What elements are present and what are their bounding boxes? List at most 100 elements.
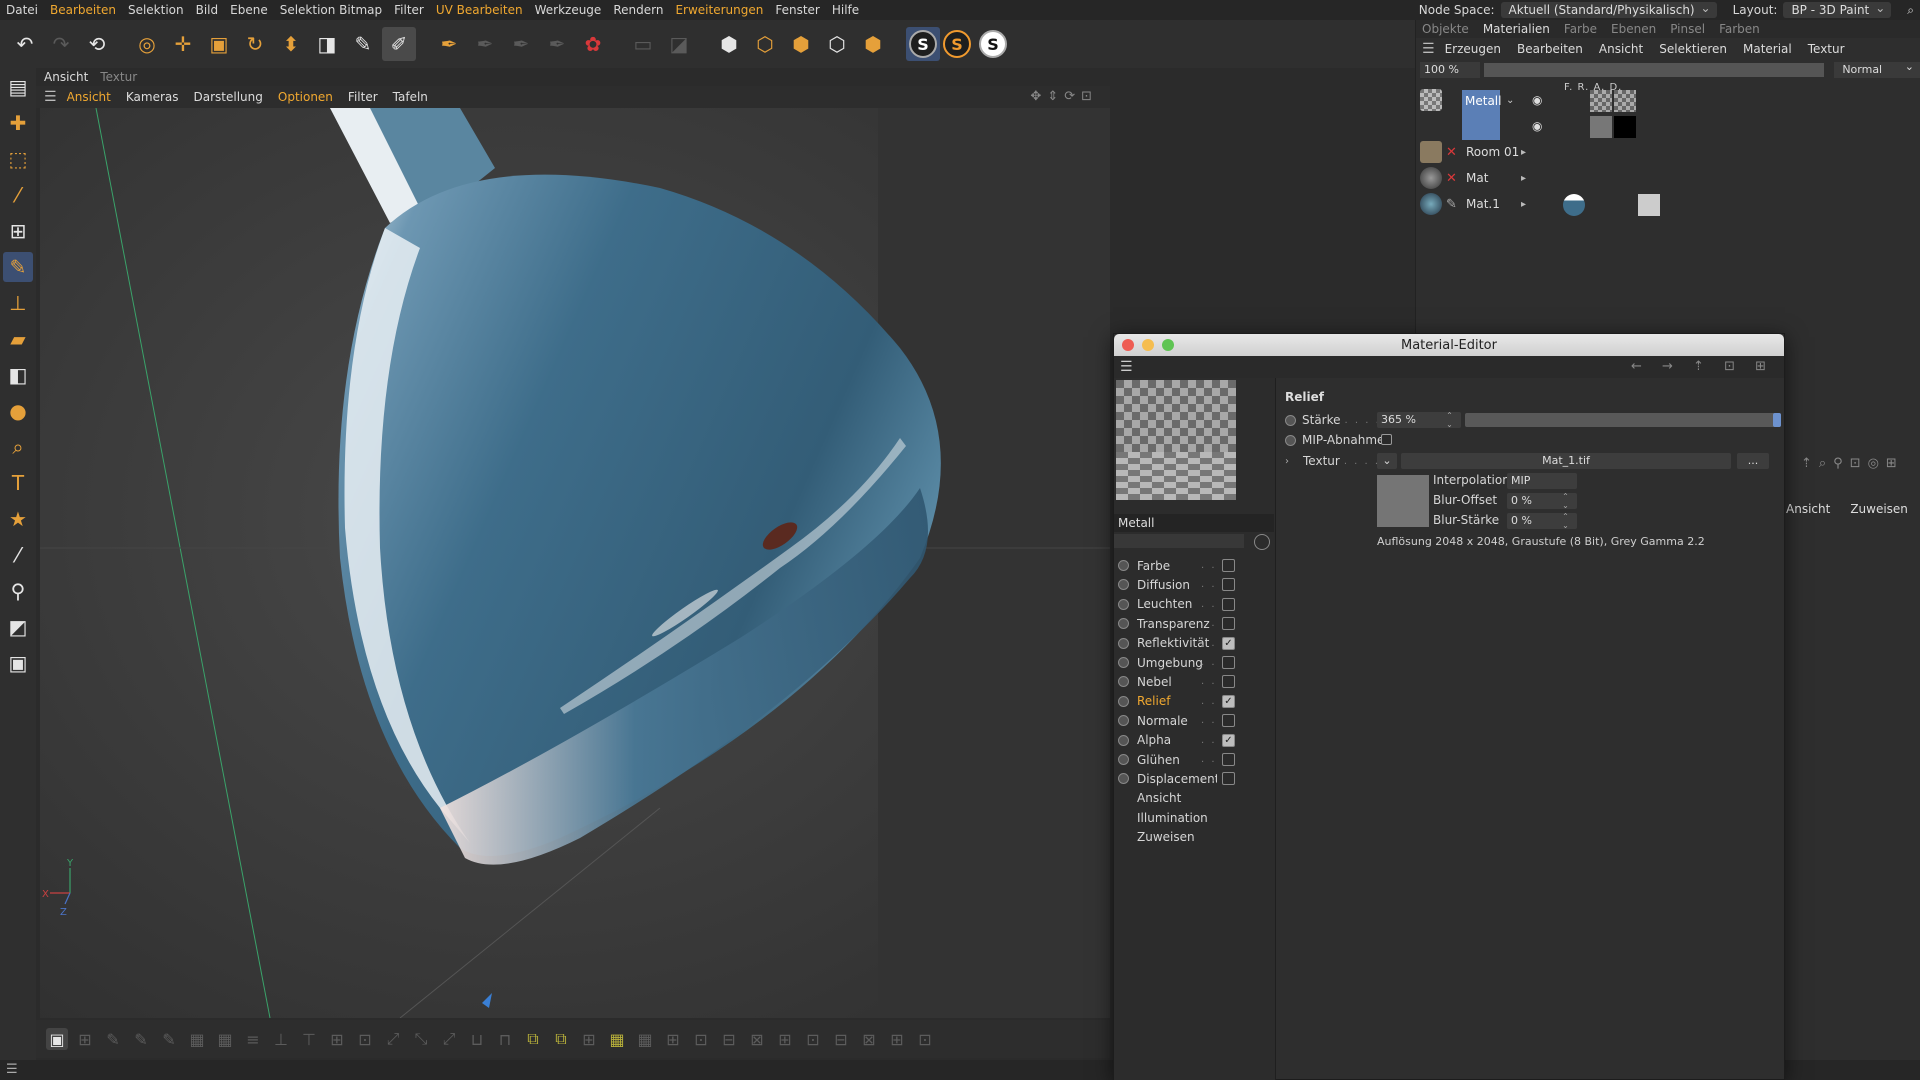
layer-row[interactable]: Metall ⌄ ◉ bbox=[1416, 88, 1920, 140]
channel-row[interactable]: Diffusion. . . . bbox=[1118, 575, 1272, 594]
menu-datei[interactable]: Datei bbox=[0, 3, 44, 17]
animate-radio[interactable] bbox=[1118, 637, 1129, 649]
channel-checkbox[interactable] bbox=[1222, 753, 1235, 766]
gradient-tool-icon[interactable]: ◧ bbox=[3, 360, 33, 390]
blend-mode-dropdown[interactable]: Normal bbox=[1834, 59, 1920, 78]
expand2-icon[interactable]: ⤡ bbox=[410, 1028, 432, 1050]
rotate-icon[interactable]: ↻ bbox=[238, 27, 272, 61]
channel-checkbox[interactable] bbox=[1222, 597, 1235, 611]
channel-row[interactable]: Umgebung. . . . bbox=[1118, 653, 1272, 672]
animate-radio[interactable] bbox=[1118, 715, 1129, 727]
chevron-right-icon[interactable]: ▸ bbox=[1521, 147, 1526, 158]
grid11-icon[interactable]: ⊞ bbox=[774, 1028, 796, 1050]
manager-menu-textur[interactable]: Textur bbox=[1808, 42, 1845, 56]
animate-radio[interactable] bbox=[1118, 657, 1129, 668]
snap-white-icon[interactable]: S bbox=[976, 27, 1010, 61]
cube2-icon[interactable]: ⬢ bbox=[784, 27, 818, 61]
brush-tool-icon[interactable]: ✎ bbox=[3, 252, 33, 282]
tab-ebenen[interactable]: Ebenen bbox=[1611, 22, 1656, 36]
manager-menu-erzeugen[interactable]: Erzeugen bbox=[1445, 42, 1501, 56]
rect-select-icon[interactable]: ⬚ bbox=[3, 144, 33, 174]
viewport-menu-tafeln[interactable]: Tafeln bbox=[393, 90, 428, 104]
mip-checkbox[interactable] bbox=[1381, 434, 1392, 445]
manager-menu-ansicht[interactable]: Ansicht bbox=[1599, 42, 1643, 56]
grid14-icon[interactable]: ⊠ bbox=[858, 1028, 880, 1050]
editor-hamburger-icon[interactable]: ☰ bbox=[1120, 359, 1133, 375]
channel-checkbox[interactable] bbox=[1222, 714, 1235, 728]
grid9-icon[interactable]: ⊟ bbox=[718, 1028, 740, 1050]
channel-row[interactable]: Leuchten. . . . bbox=[1118, 595, 1272, 614]
menu-fenster[interactable]: Fenster bbox=[769, 3, 826, 17]
close-icon[interactable] bbox=[1122, 339, 1134, 351]
minimize-icon[interactable] bbox=[1142, 339, 1154, 351]
tab-ansicht[interactable]: Ansicht bbox=[44, 70, 88, 84]
tab-farbe[interactable]: Farbe bbox=[1564, 22, 1597, 36]
channel-checkbox[interactable]: ✓ bbox=[1222, 636, 1235, 650]
material-preview[interactable] bbox=[1116, 380, 1236, 500]
animate-radio[interactable] bbox=[1118, 695, 1129, 707]
grid5-icon[interactable]: ▦ bbox=[606, 1028, 628, 1050]
grid-icon[interactable]: ⊞ bbox=[74, 1028, 96, 1050]
zoom-tool-icon[interactable]: ⌕ bbox=[3, 432, 33, 462]
align2-icon[interactable]: ⊥ bbox=[270, 1028, 292, 1050]
grid12-icon[interactable]: ⊡ bbox=[802, 1028, 824, 1050]
viewport-nav-icons[interactable]: ✥⇕⟳⊡ bbox=[1030, 89, 1098, 104]
textur-file-field[interactable]: Mat_1.tif bbox=[1401, 453, 1731, 469]
material-target-icon[interactable] bbox=[1254, 534, 1270, 550]
textur-browse-button[interactable]: ... bbox=[1737, 453, 1769, 469]
channel-row[interactable]: Alpha. . . . ✓ bbox=[1118, 731, 1272, 750]
eraser-tool-icon[interactable]: ▰ bbox=[3, 324, 33, 354]
select-icon[interactable]: ◎ bbox=[130, 27, 164, 61]
cube-icon[interactable]: ⬡ bbox=[748, 27, 782, 61]
menu-bild[interactable]: Bild bbox=[190, 3, 225, 17]
tab-objekte[interactable]: Objekte bbox=[1422, 22, 1469, 36]
magic-wand-icon[interactable]: ⁄ bbox=[3, 180, 33, 210]
maximize-icon[interactable] bbox=[1162, 339, 1174, 351]
animate-radio[interactable] bbox=[1285, 414, 1296, 426]
layout-dropdown[interactable]: BP - 3D Paint bbox=[1783, 0, 1892, 18]
manager-hamburger-icon[interactable]: ☰ bbox=[1422, 41, 1435, 57]
layer-icon[interactable]: ▭ bbox=[626, 27, 660, 61]
texture-icon[interactable]: ✿ bbox=[576, 27, 610, 61]
editor-titlebar[interactable]: Material-Editor bbox=[1114, 334, 1784, 356]
grid16-icon[interactable]: ⊡ bbox=[914, 1028, 936, 1050]
tab-pinsel[interactable]: Pinsel bbox=[1670, 22, 1705, 36]
viewport-menu-darstellung[interactable]: Darstellung bbox=[194, 90, 263, 104]
channel-checkbox[interactable] bbox=[1222, 578, 1235, 592]
channel-row[interactable]: Reflektivität. . . . ✓ bbox=[1118, 634, 1272, 653]
material-row[interactable]: ✕ Mat ▸ bbox=[1416, 166, 1920, 190]
textur-options-dropdown[interactable]: ⌄ bbox=[1377, 453, 1397, 469]
staerke-field[interactable]: 365 % bbox=[1377, 411, 1461, 429]
manager-menu-material[interactable]: Material bbox=[1743, 42, 1792, 56]
interpolation-dropdown[interactable]: MIP bbox=[1507, 473, 1577, 489]
hamburger-icon[interactable]: ☰ bbox=[44, 89, 57, 105]
brush-dim3-icon[interactable]: ✒ bbox=[540, 27, 574, 61]
channel-checkbox[interactable] bbox=[1222, 656, 1235, 669]
cube3-icon[interactable]: ⬡ bbox=[820, 27, 854, 61]
manager-menu-selektieren[interactable]: Selektieren bbox=[1659, 42, 1727, 56]
transform-icon[interactable]: ⬍ bbox=[274, 27, 308, 61]
channel-row[interactable]: Normale. . . . bbox=[1118, 711, 1272, 730]
tab-materialien[interactable]: Materialien bbox=[1483, 22, 1550, 36]
tab-farben[interactable]: Farben bbox=[1719, 22, 1760, 36]
material-path-field[interactable] bbox=[1114, 534, 1244, 548]
menu-bearbeiten[interactable]: Bearbeiten bbox=[44, 3, 122, 17]
stamp-tool-icon[interactable]: ⊥ bbox=[3, 288, 33, 318]
grid15-icon[interactable]: ⊞ bbox=[886, 1028, 908, 1050]
status-hamburger-icon[interactable]: ☰ bbox=[6, 1062, 18, 1077]
viewport-3d[interactable]: Y X Z bbox=[40, 108, 1110, 1018]
menu-rendern[interactable]: Rendern bbox=[607, 3, 669, 17]
expand3-icon[interactable]: ⤢ bbox=[438, 1028, 460, 1050]
grid4-icon[interactable]: ⊞ bbox=[578, 1028, 600, 1050]
uv-icon[interactable]: ⧉ bbox=[522, 1028, 544, 1050]
material-row[interactable]: ✕ Room 01 ▸ bbox=[1416, 140, 1920, 164]
channel-row[interactable]: Relief. . . . ✓ bbox=[1118, 692, 1272, 711]
align-icon[interactable]: ≡ bbox=[242, 1028, 264, 1050]
render-view-icon[interactable]: ◨ bbox=[310, 27, 344, 61]
move-icon[interactable]: ✛ bbox=[166, 27, 200, 61]
menu-uv-bearbeiten[interactable]: UV Bearbeiten bbox=[430, 3, 529, 17]
channel-checkbox[interactable]: ✓ bbox=[1222, 733, 1235, 747]
eyedropper-tool-icon[interactable]: ⁄ bbox=[3, 540, 33, 570]
channel-checkbox[interactable] bbox=[1222, 772, 1235, 786]
menu-ebene[interactable]: Ebene bbox=[224, 3, 274, 17]
